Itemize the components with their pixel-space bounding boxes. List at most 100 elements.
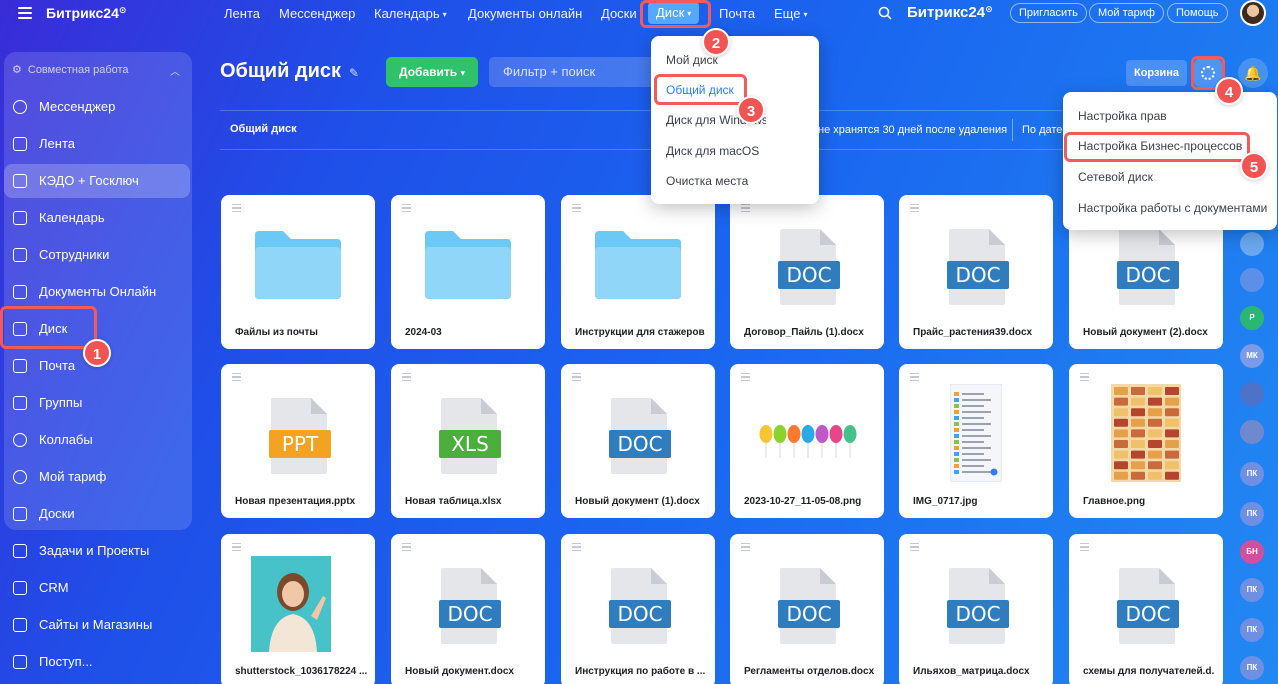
chat-avatar[interactable]: ПК (1240, 462, 1264, 486)
drag-handle-icon[interactable] (572, 204, 581, 214)
sidebar-item-15[interactable]: Сайты и Магазины (4, 608, 190, 642)
file-thumbnail (221, 534, 375, 656)
chevron-up-icon: ︿ (170, 67, 180, 78)
file-tile[interactable]: IMG_0717.jpg (899, 364, 1053, 518)
collab-icon: ⚙ (12, 64, 22, 76)
user-avatar[interactable] (1240, 0, 1266, 26)
chat-avatar[interactable] (1240, 382, 1264, 406)
sidebar-item-4[interactable]: Календарь (4, 201, 190, 235)
pin-icon[interactable]: ✎ (349, 66, 359, 80)
drag-handle-icon[interactable] (232, 373, 241, 383)
chat-avatar[interactable]: ПК (1240, 578, 1264, 602)
file-name: Новая таблица.xlsx (405, 496, 502, 507)
help-button[interactable]: Помощь (1167, 3, 1228, 23)
drag-handle-icon[interactable] (741, 204, 750, 214)
file-tile[interactable]: DOC Новый документ (1).docx (561, 364, 715, 518)
drag-handle-icon[interactable] (741, 543, 750, 553)
file-name: схемы для получателей.d... (1083, 666, 1215, 677)
nav-mail[interactable]: Почта (719, 6, 755, 21)
drag-handle-icon[interactable] (910, 373, 919, 383)
chat-avatar[interactable]: МК (1240, 344, 1264, 368)
sidebar-item-16[interactable]: Поступ... (4, 645, 190, 679)
chat-avatar[interactable]: ПК (1240, 656, 1264, 680)
filter-search-input[interactable] (489, 57, 659, 87)
drag-handle-icon[interactable] (572, 543, 581, 553)
chat-avatar[interactable] (1240, 232, 1264, 256)
drag-handle-icon[interactable] (910, 204, 919, 214)
menu-icon[interactable] (18, 7, 32, 19)
nav-documents-online[interactable]: Документы онлайн (468, 6, 582, 21)
sidebar-item-6[interactable]: Документы Онлайн (4, 275, 190, 309)
menu-item-access-rights[interactable]: Настройка прав (1078, 109, 1167, 123)
disk-dropdown-menu: Мой диск Общий диск Диск для Windows Дис… (651, 36, 819, 204)
nav-messenger[interactable]: Мессенджер (279, 6, 355, 21)
breadcrumb[interactable]: Общий диск (230, 123, 297, 135)
drag-handle-icon[interactable] (232, 204, 241, 214)
nav-calendar[interactable]: Календарь ▾ (374, 6, 447, 21)
file-tile[interactable]: Файлы из почты (221, 195, 375, 349)
sort-dropdown[interactable]: По дате (1022, 124, 1062, 136)
file-thumbnail (561, 195, 715, 317)
nav-more[interactable]: Еще ▾ (774, 6, 807, 21)
menu-item-disk-macos[interactable]: Диск для macOS (666, 144, 759, 158)
file-tile[interactable]: DOC Регламенты отделов.docx (730, 534, 884, 684)
trash-button[interactable]: Корзина (1126, 60, 1187, 86)
sidebar-item-2[interactable]: Лента (4, 127, 190, 161)
file-tile[interactable]: DOC Ильяхов_матрица.docx (899, 534, 1053, 684)
drag-handle-icon[interactable] (402, 373, 411, 383)
chat-avatar[interactable]: ПК (1240, 502, 1264, 526)
drag-handle-icon[interactable] (910, 543, 919, 553)
file-tile[interactable]: DOC Прайс_растения39.docx (899, 195, 1053, 349)
nav-feed[interactable]: Лента (224, 6, 260, 21)
invite-button[interactable]: Пригласить (1010, 3, 1087, 23)
sidebar-item-10[interactable]: Коллабы (4, 423, 190, 457)
drag-handle-icon[interactable] (572, 373, 581, 383)
notifications-button[interactable]: 🔔 (1238, 58, 1268, 88)
file-tile[interactable]: 2024-03 (391, 195, 545, 349)
brand-logo[interactable]: Битрикс24⊙ (46, 5, 126, 21)
file-tile[interactable]: DOC Договор_Пайль (1).docx (730, 195, 884, 349)
drag-handle-icon[interactable] (402, 543, 411, 553)
sidebar-item-1[interactable]: Мессенджер (4, 90, 190, 124)
chat-avatar[interactable]: БН (1240, 540, 1264, 564)
menu-item-network-disk[interactable]: Сетевой диск (1078, 170, 1153, 184)
my-tariff-button[interactable]: Мой тариф (1089, 3, 1164, 23)
chat-avatar[interactable]: Р (1240, 306, 1264, 330)
sidebar-item-label: Сотрудники (39, 247, 110, 262)
sidebar-item-3[interactable]: КЭДО + Госключ (4, 164, 190, 198)
sidebar-item-12[interactable]: Доски (4, 497, 190, 531)
file-tile[interactable]: 2023-10-27_11-05-08.png (730, 364, 884, 518)
search-icon[interactable] (878, 6, 892, 20)
drag-handle-icon[interactable] (1080, 543, 1089, 553)
menu-item-my-disk[interactable]: Мой диск (666, 53, 718, 67)
sidebar-item-label: Календарь (39, 210, 105, 225)
chat-avatar[interactable]: ПК (1240, 618, 1264, 642)
file-tile[interactable]: DOC Новый документ.docx (391, 534, 545, 684)
drag-handle-icon[interactable] (741, 373, 750, 383)
file-name: Регламенты отделов.docx (744, 666, 875, 677)
poster-image (1111, 384, 1181, 482)
file-tile[interactable]: PPT Новая презентация.pptx (221, 364, 375, 518)
sidebar-item-14[interactable]: CRM (4, 571, 190, 605)
nav-boards[interactable]: Доски (601, 6, 637, 21)
menu-item-document-settings[interactable]: Настройка работы с документами (1078, 201, 1267, 215)
sidebar-group-header[interactable]: ⚙ Совместная работа ︿ (12, 63, 188, 78)
file-tile[interactable]: DOC схемы для получателей.d... (1069, 534, 1223, 684)
file-tile[interactable]: Главное.png (1069, 364, 1223, 518)
file-tile[interactable]: XLS Новая таблица.xlsx (391, 364, 545, 518)
file-tile[interactable]: Инструкции для стажеров (561, 195, 715, 349)
chat-avatar[interactable] (1240, 420, 1264, 444)
drag-handle-icon[interactable] (402, 204, 411, 214)
file-tile[interactable]: shutterstock_1036178224 ... (221, 534, 375, 684)
file-thumbnail (730, 364, 884, 486)
drag-handle-icon[interactable] (232, 543, 241, 553)
sidebar-item-5[interactable]: Сотрудники (4, 238, 190, 272)
sidebar-item-13[interactable]: Задачи и Проекты (4, 534, 190, 568)
sidebar-item-9[interactable]: Группы (4, 386, 190, 420)
sidebar-item-11[interactable]: Мой тариф (4, 460, 190, 494)
chat-avatar[interactable] (1240, 268, 1264, 292)
drag-handle-icon[interactable] (1080, 373, 1089, 383)
menu-item-clean-space[interactable]: Очистка места (666, 174, 748, 188)
file-tile[interactable]: DOC Инструкция по работе в ... (561, 534, 715, 684)
add-button[interactable]: Добавить ▾ (386, 57, 478, 87)
